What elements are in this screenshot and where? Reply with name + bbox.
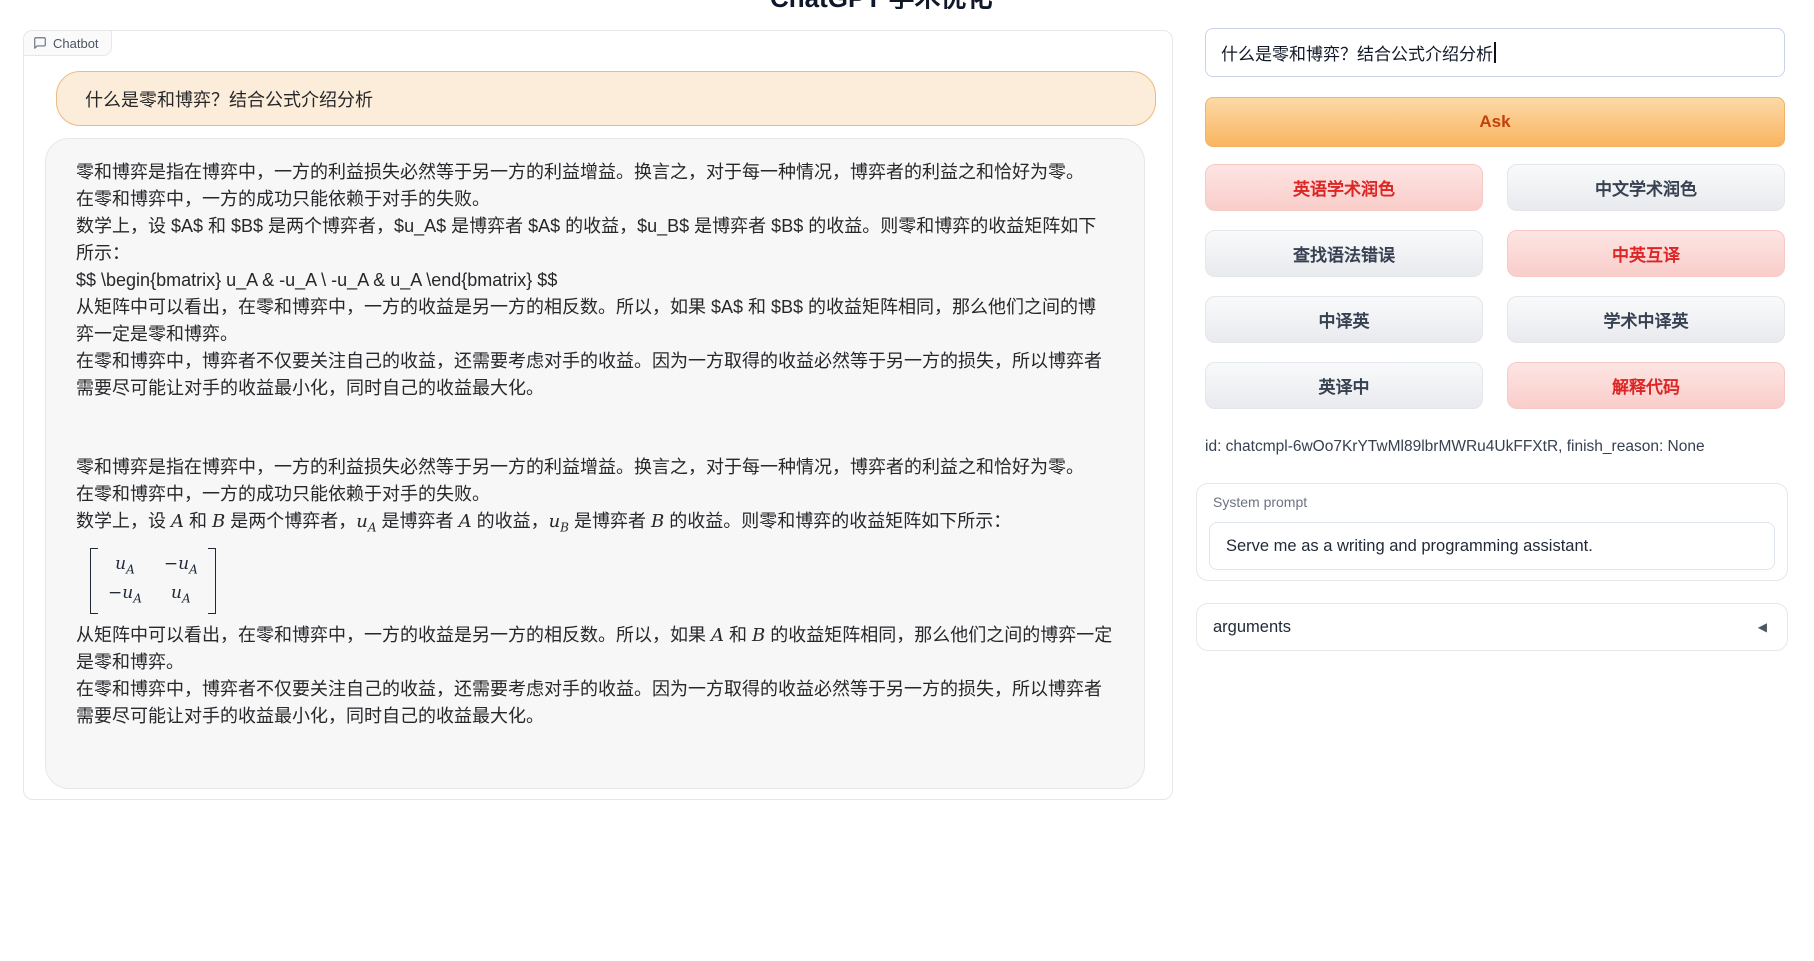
system-prompt-input[interactable]: Serve me as a writing and programming as… <box>1209 522 1775 570</box>
system-prompt-value: Serve me as a writing and programming as… <box>1226 537 1593 556</box>
message-section-gap <box>76 402 1114 454</box>
arguments-accordion[interactable]: arguments ◀ <box>1196 603 1788 651</box>
accordion-collapse-icon: ◀ <box>1758 620 1767 634</box>
question-input[interactable]: 什么是零和博弈？结合公式介绍分析 <box>1205 28 1785 77</box>
message-line: 数学上，设 $A$ 和 $B$ 是两个博弈者，$u_A$ 是博弈者 $A$ 的收… <box>76 213 1114 267</box>
message-line: 从矩阵中可以看出，在零和博弈中，一方的收益是另一方的相反数。所以，如果 $A$ … <box>76 294 1114 348</box>
message-line: 零和博弈是指在博弈中，一方的利益损失必然等于另一方的利益增益。换言之，对于每一种… <box>76 454 1114 481</box>
message-line: 零和博弈是指在博弈中，一方的利益损失必然等于另一方的利益增益。换言之，对于每一种… <box>76 159 1114 186</box>
quick-button-8[interactable]: 解释代码 <box>1507 362 1785 409</box>
question-input-value: 什么是零和博弈？结合公式介绍分析 <box>1221 40 1493 65</box>
quick-button-2[interactable]: 中文学术润色 <box>1507 164 1785 211</box>
page-title-text: ChatGPT 学术优化 <box>770 0 1010 9</box>
page-title: ChatGPT 学术优化 <box>770 0 1010 9</box>
quick-actions: 英语学术润色中文学术润色查找语法错误中英互译中译英学术中译英英译中解释代码 <box>1205 164 1785 409</box>
message-line: 数学上，设 A 和 B 是两个博弈者，uA 是博弈者 A 的收益，uB 是博弈者… <box>76 508 1114 542</box>
chatbot-panel: Chatbot 什么是零和博弈？结合公式介绍分析 零和博弈是指在博弈中，一方的利… <box>23 30 1173 800</box>
chatbot-label-text: Chatbot <box>53 36 99 51</box>
chat-bubble-icon <box>33 36 47 50</box>
payoff-matrix: uA−uA−uAuA <box>90 548 216 615</box>
text-cursor <box>1494 42 1496 63</box>
user-message-text: 什么是零和博弈？结合公式介绍分析 <box>85 86 373 112</box>
quick-button-3[interactable]: 查找语法错误 <box>1205 230 1483 277</box>
message-line: $$ \begin{bmatrix} u_A & -u_A \ -u_A & u… <box>76 267 1114 294</box>
message-line: 在零和博弈中，博弈者不仅要关注自己的收益，还需要考虑对手的收益。因为一方取得的收… <box>76 676 1114 730</box>
user-message: 什么是零和博弈？结合公式介绍分析 <box>56 71 1156 126</box>
message-line: 从矩阵中可以看出，在零和博弈中，一方的收益是另一方的相反数。所以，如果 A 和 … <box>76 622 1114 676</box>
app-canvas: ChatGPT 学术优化 Chatbot 什么是零和博弈？结合公式介绍分析 零和… <box>0 0 1814 961</box>
quick-button-5[interactable]: 中译英 <box>1205 296 1483 343</box>
ask-button[interactable]: Ask <box>1205 97 1785 147</box>
system-prompt-panel: System prompt Serve me as a writing and … <box>1196 483 1788 581</box>
quick-button-6[interactable]: 学术中译英 <box>1507 296 1785 343</box>
message-line: 在零和博弈中，一方的成功只能依赖于对手的失败。 <box>76 186 1114 213</box>
bot-message: 零和博弈是指在博弈中，一方的利益损失必然等于另一方的利益增益。换言之，对于每一种… <box>45 138 1145 789</box>
quick-button-1[interactable]: 英语学术润色 <box>1205 164 1483 211</box>
message-line: 在零和博弈中，一方的成功只能依赖于对手的失败。 <box>76 481 1114 508</box>
system-prompt-label: System prompt <box>1213 494 1307 510</box>
quick-button-7[interactable]: 英译中 <box>1205 362 1483 409</box>
message-line: 在零和博弈中，博弈者不仅要关注自己的收益，还需要考虑对手的收益。因为一方取得的收… <box>76 348 1114 402</box>
arguments-label: arguments <box>1213 618 1291 637</box>
quick-button-4[interactable]: 中英互译 <box>1507 230 1785 277</box>
status-line: id: chatcmpl-6wOo7KrYTwMl89lbrMWRu4UkFFX… <box>1205 438 1785 456</box>
chatbot-label: Chatbot <box>23 30 112 56</box>
